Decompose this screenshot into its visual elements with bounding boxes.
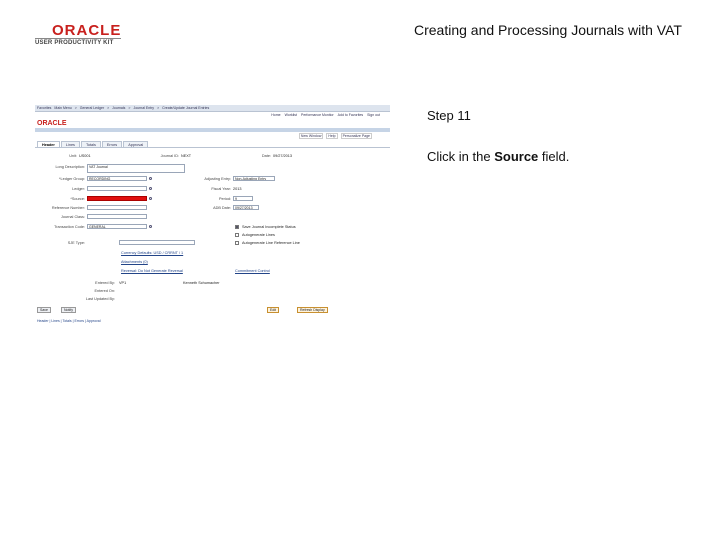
long-description-label: Long Description:	[55, 165, 85, 169]
document-title: Creating and Processing Journals with VA…	[414, 22, 682, 38]
long-description-field[interactable]: VAT Journal	[87, 164, 185, 173]
entered-by-value: VP1	[119, 281, 127, 285]
ledger-label: Ledger:	[72, 187, 85, 191]
last-updated-label: Last Updated By:	[85, 297, 115, 301]
autogenerate-lines-checkbox[interactable]	[235, 233, 239, 237]
menu-item[interactable]: Create/Update Journal Entries	[162, 106, 209, 110]
unit-label: Unit:	[69, 154, 77, 158]
menu-separator: >	[157, 106, 160, 110]
ledger-lookup-icon[interactable]	[149, 187, 152, 190]
currency-defaults-link[interactable]: Currency Defaults: USD / CRRNT / 1	[121, 251, 183, 255]
upk-subtitle: USER PRODUCTIVITY KIT	[35, 40, 114, 46]
menu-separator: >	[74, 106, 77, 110]
date-label: Date:	[261, 154, 271, 158]
entered-by-name: Kenneth Schumacher	[183, 281, 220, 285]
journal-id-label: Journal ID:	[160, 154, 179, 158]
reversal-link[interactable]: Reversal: Do Not Generate Reversal	[121, 269, 183, 273]
source-lookup-icon[interactable]	[149, 197, 152, 200]
menu-item[interactable]: Journals	[112, 106, 125, 110]
entered-by-label: Entered By:	[95, 281, 115, 285]
menu-item[interactable]: Journal Entry	[133, 106, 154, 110]
personalize-link[interactable]: Personalize Page	[340, 133, 372, 139]
header-band	[35, 128, 390, 132]
app-screenshot: Favorites Main Menu > General Ledger > J…	[35, 105, 390, 327]
performance-link[interactable]: Performance Monitor	[301, 113, 334, 119]
attachments-link[interactable]: Attachments (0)	[121, 260, 148, 264]
journal-id-value: NEXT	[181, 154, 192, 158]
menu-item[interactable]: General Ledger	[80, 106, 104, 110]
transaction-code-field[interactable]: GENERAL	[87, 224, 147, 229]
footer-tab-links[interactable]: Header | Lines | Totals | Errors | Appro…	[37, 319, 101, 323]
journal-class-label: Journal Class:	[60, 215, 85, 219]
autogenerate-reference-checkbox[interactable]	[235, 241, 239, 245]
top-links: Home Worklist Performance Monitor Add to…	[35, 113, 390, 119]
step-instruction: Click in the Source field.	[427, 149, 570, 164]
fiscal-year-value: 2013	[233, 187, 242, 191]
autogenerate-reference-label: Autogenerate Line Reference Line	[242, 241, 300, 245]
menu-separator: >	[107, 106, 110, 110]
sje-type-label: SJE Type:	[67, 241, 85, 245]
tab-divider	[35, 147, 390, 148]
oracle-logo: ORACLE	[52, 22, 122, 39]
help-link[interactable]: Help	[326, 133, 338, 139]
unit-value: US001	[79, 154, 91, 158]
refresh-display-button[interactable]: Refresh Display	[297, 307, 328, 313]
page-links: New Window Help Personalize Page	[298, 133, 372, 139]
source-label: *Source:	[70, 197, 85, 201]
ledger-field[interactable]	[87, 186, 147, 191]
new-window-link[interactable]: New Window	[298, 133, 324, 139]
reference-number-field[interactable]	[87, 205, 147, 210]
period-label: Period:	[218, 197, 231, 201]
date-value: 09/27/2013	[273, 154, 293, 158]
adjusting-entry-label: Adjusting Entry:	[204, 177, 231, 181]
home-link[interactable]: Home	[271, 113, 280, 119]
autogenerate-lines-label: Autogenerate Lines	[242, 233, 275, 237]
sje-type-select[interactable]	[119, 240, 195, 245]
adb-date-field[interactable]: 09/27/2013	[233, 205, 259, 210]
ledger-group-lookup-icon[interactable]	[149, 177, 152, 180]
adb-date-label: ADB Date:	[213, 206, 231, 210]
save-incomplete-label: Save Journal Incomplete Status	[242, 225, 296, 229]
menu-item[interactable]: Favorites	[37, 106, 51, 110]
period-field[interactable]: 9	[233, 196, 253, 201]
step-number: Step 11	[427, 108, 471, 123]
signout-link[interactable]: Sign out	[367, 113, 380, 119]
ledger-group-label: *Ledger Group:	[59, 177, 85, 181]
worklist-link[interactable]: Worklist	[285, 113, 297, 119]
notify-button[interactable]: Notify	[61, 307, 76, 313]
favorites-link[interactable]: Add to Favorites	[338, 113, 363, 119]
menu-separator: >	[128, 106, 131, 110]
menu-bar: Favorites Main Menu > General Ledger > J…	[35, 105, 390, 112]
ledger-group-field[interactable]: RECORDING	[87, 176, 147, 181]
source-field[interactable]	[87, 196, 147, 201]
menu-item[interactable]: Main Menu	[54, 106, 71, 110]
app-logo: ORACLE	[37, 120, 67, 127]
commitment-control-link[interactable]: Commitment Control	[235, 269, 270, 273]
transaction-code-lookup-icon[interactable]	[149, 225, 152, 228]
source-field-name: Source	[494, 149, 539, 164]
logo-divider	[35, 38, 121, 39]
adjusting-entry-select[interactable]: Non-Adjusting Entry	[233, 176, 275, 181]
journal-class-field[interactable]	[87, 214, 147, 219]
save-incomplete-checkbox[interactable]	[235, 225, 239, 229]
reference-number-label: Reference Number:	[51, 206, 85, 210]
transaction-code-label: Transaction Code:	[54, 225, 85, 229]
save-button[interactable]: Save	[37, 307, 51, 313]
fiscal-year-label: Fiscal Year:	[211, 187, 231, 191]
entered-on-label: Entered On:	[94, 289, 115, 293]
edit-button[interactable]: Edit	[267, 307, 280, 313]
